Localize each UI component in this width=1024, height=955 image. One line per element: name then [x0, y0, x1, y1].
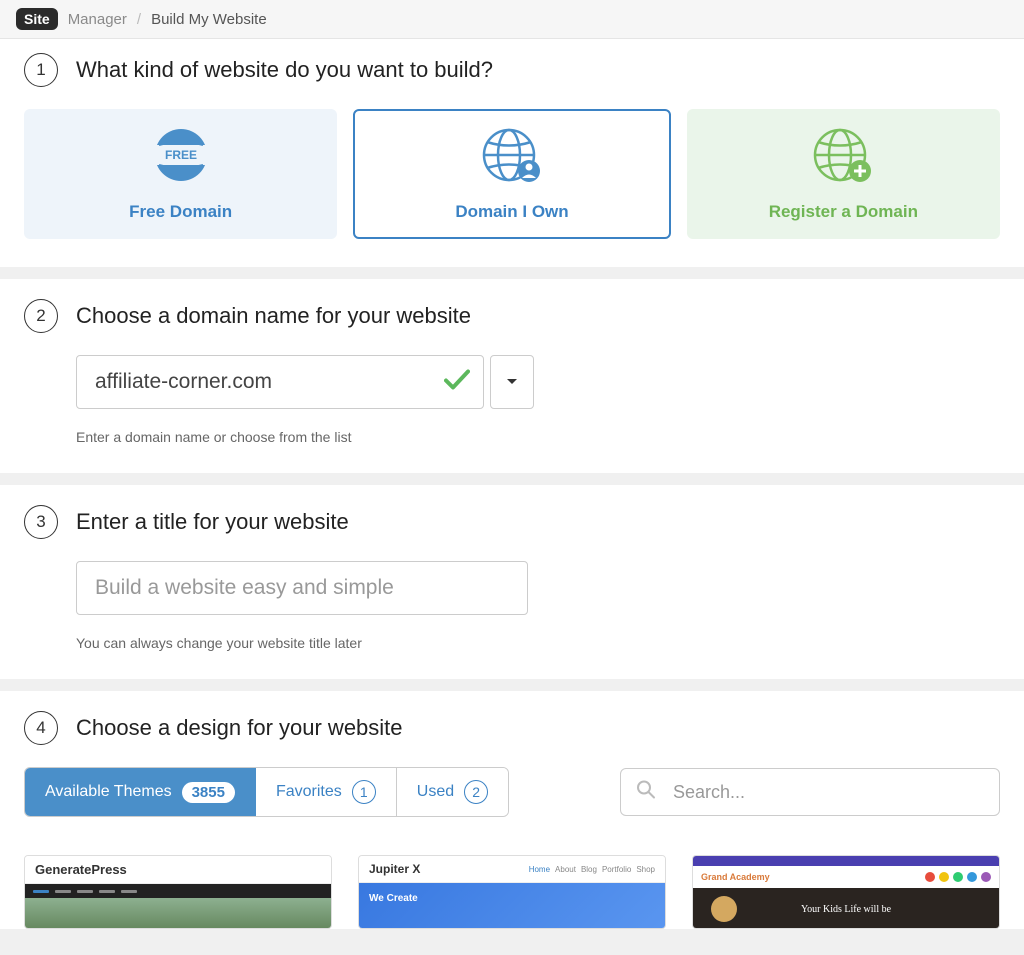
globe-plus-icon: [812, 127, 874, 188]
theme-card-generatepress[interactable]: GeneratePress: [24, 855, 332, 929]
option-own-label: Domain I Own: [455, 202, 568, 222]
theme-preview-hero: Your Kids Life will be: [693, 888, 999, 929]
breadcrumb-current: Build My Website: [151, 11, 267, 28]
domain-input[interactable]: [76, 355, 484, 409]
teddy-bear-icon: [711, 896, 737, 922]
breadcrumb-separator: /: [137, 11, 141, 28]
step-number-4: 4: [24, 711, 58, 745]
step-number-3: 3: [24, 505, 58, 539]
step-1-panel: 1 What kind of website do you want to bu…: [0, 39, 1024, 267]
step-number-2: 2: [24, 299, 58, 333]
theme-preview-header: Grand Academy: [693, 866, 999, 888]
theme-name-3: Grand Academy: [701, 872, 770, 882]
step-4-title: Choose a design for your website: [76, 715, 403, 741]
tab-used-label: Used: [417, 783, 454, 801]
step-3-title: Enter a title for your website: [76, 509, 349, 535]
step-1-title: What kind of website do you want to buil…: [76, 57, 493, 83]
breadcrumb-manager[interactable]: Manager: [68, 11, 127, 28]
step-2-panel: 2 Choose a domain name for your website …: [0, 279, 1024, 473]
check-icon: [444, 369, 470, 396]
option-domain-own[interactable]: Domain I Own: [353, 109, 670, 239]
tab-used[interactable]: Used 2: [397, 768, 508, 816]
theme-name-2: Jupiter X: [369, 862, 420, 876]
step-3-panel: 3 Enter a title for your website You can…: [0, 485, 1024, 679]
theme-card-jupiterx[interactable]: Jupiter X HomeAboutBlogPortfolioShop We …: [358, 855, 666, 929]
caret-down-icon: [506, 373, 518, 391]
tab-favorites-count: 1: [352, 780, 376, 804]
theme-search-input[interactable]: [620, 768, 1000, 816]
option-free-domain[interactable]: FREE Free Domain: [24, 109, 337, 239]
theme-card-grand-academy[interactable]: Grand Academy Your Kids Life will be: [692, 855, 1000, 929]
theme-preview-hero: [25, 898, 331, 929]
theme-preview-header: Jupiter X HomeAboutBlogPortfolioShop: [359, 856, 665, 883]
theme-preview-nav: [25, 884, 331, 898]
svg-text:FREE: FREE: [165, 148, 197, 162]
option-register-label: Register a Domain: [769, 202, 918, 222]
site-logo-badge: Site: [16, 8, 58, 30]
step-number-1: 1: [24, 53, 58, 87]
theme-preview-topbar: [693, 856, 999, 866]
globe-user-icon: [481, 127, 543, 188]
option-free-label: Free Domain: [129, 202, 232, 222]
search-icon: [636, 780, 656, 805]
website-title-input[interactable]: [76, 561, 528, 615]
tab-available-label: Available Themes: [45, 783, 172, 801]
step-4-panel: 4 Choose a design for your website Avail…: [0, 691, 1024, 929]
theme-tabs: Available Themes 3855 Favorites 1 Used 2: [24, 767, 509, 817]
domain-dropdown-button[interactable]: [490, 355, 534, 409]
theme-preview-hero-text: We Create: [359, 883, 665, 929]
tab-favorites-label: Favorites: [276, 783, 342, 801]
option-register-domain[interactable]: Register a Domain: [687, 109, 1000, 239]
step-3-helper: You can always change your website title…: [76, 635, 1000, 651]
tab-available-count: 3855: [182, 782, 235, 803]
free-domain-icon: FREE: [151, 127, 211, 188]
step-2-title: Choose a domain name for your website: [76, 303, 471, 329]
tab-favorites[interactable]: Favorites 1: [256, 768, 397, 816]
step-2-helper: Enter a domain name or choose from the l…: [76, 429, 1000, 445]
tab-available-themes[interactable]: Available Themes 3855: [25, 768, 256, 816]
theme-name-1: GeneratePress: [25, 856, 331, 884]
breadcrumb: Site Manager / Build My Website: [0, 0, 1024, 39]
tab-used-count: 2: [464, 780, 488, 804]
theme-preview-hero-text: Your Kids Life will be: [801, 904, 891, 915]
